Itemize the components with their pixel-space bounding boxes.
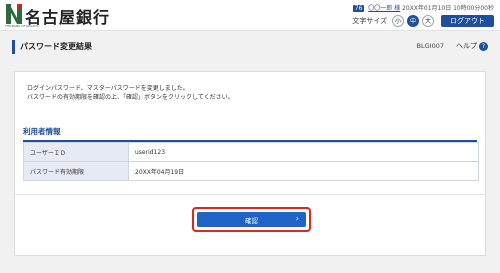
- page-title-bar: パスワード変更結果 BLGI007 ヘルプ ?: [12, 37, 488, 57]
- confirm-highlight-frame: 確認 ›: [192, 207, 311, 232]
- chevron-right-icon: ›: [295, 214, 299, 223]
- completion-message: ログインパスワード、マスターパスワードを変更しました。 パスワードの有効期限を確…: [27, 84, 234, 102]
- user-id-label: ユーザーＩＤ: [23, 142, 129, 162]
- font-size-controls: 文字サイズ 小 中 大 ログアウト: [352, 14, 494, 27]
- result-panel: ログインパスワード、マスターパスワードを変更しました。 パスワードの有効期限を確…: [14, 71, 486, 256]
- font-size-large-button[interactable]: 大: [422, 14, 434, 27]
- help-question-icon: ?: [479, 41, 488, 51]
- logout-button[interactable]: ログアウト: [441, 14, 494, 27]
- page-title: パスワード変更結果: [20, 42, 92, 51]
- message-line-1: ログインパスワード、マスターパスワードを変更しました。: [27, 85, 189, 92]
- confirm-button[interactable]: 確認 ›: [197, 212, 306, 227]
- user-info-line: 76 〇〇一郎 様 20XX年01月10日 10時00分00秒: [352, 3, 494, 12]
- bank-name: 名古屋銀行: [25, 8, 111, 27]
- font-size-label: 文字サイズ: [352, 16, 387, 25]
- bank-logo-icon: [6, 4, 22, 24]
- last-login-time: 20XX年01月10日 10時00分00秒: [402, 5, 494, 12]
- user-info-table: ユーザーＩＤ userid123 パスワード有効期限 20XX年04月19日: [23, 142, 479, 181]
- screen-id: BLGI007: [416, 42, 444, 50]
- user-info-section-title: 利用者情報: [23, 126, 477, 142]
- user-badge: 76: [352, 5, 365, 12]
- password-expiry-value: 20XX年04月19日: [128, 161, 479, 181]
- header: THE BANK OF NAGOYA 名古屋銀行 76 〇〇一郎 様 20XX年…: [0, 0, 500, 31]
- font-size-small-button[interactable]: 小: [392, 14, 404, 27]
- help-label: ヘルプ: [456, 42, 477, 50]
- password-expiry-label: パスワード有効期限: [23, 161, 129, 181]
- table-row: パスワード有効期限 20XX年04月19日: [23, 161, 479, 181]
- help-link[interactable]: ヘルプ ?: [456, 41, 488, 51]
- title-accent-bar: [12, 40, 15, 54]
- font-size-medium-button[interactable]: 中: [407, 14, 419, 27]
- message-line-2: パスワードの有効期限を確認の上、「確認」ボタンをクリックしてください。: [27, 94, 234, 101]
- confirm-label: 確認: [245, 216, 258, 225]
- section-divider: [15, 194, 485, 195]
- user-name-link[interactable]: 〇〇一郎 様: [368, 5, 400, 12]
- table-row: ユーザーＩＤ userid123: [23, 142, 479, 162]
- user-id-value: userid123: [128, 142, 479, 162]
